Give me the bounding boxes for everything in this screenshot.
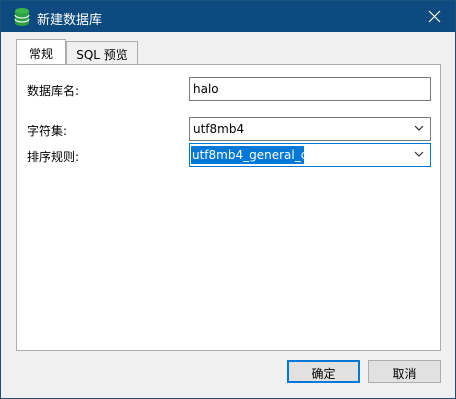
collation-label: 排序规则: — [27, 150, 80, 164]
charset-select[interactable]: utf8mb4 — [189, 117, 431, 141]
charset-value: utf8mb4 — [193, 122, 245, 136]
db-name-label: 数据库名: — [27, 84, 80, 98]
collation-select[interactable]: utf8mb4_general_ci — [189, 143, 431, 167]
close-icon — [428, 10, 441, 23]
collation-value: utf8mb4_general_ci — [192, 148, 311, 162]
ok-button[interactable]: 确定 — [287, 360, 360, 383]
tab-panel-general: 数据库名: halo 字符集: utf8mb4 排序规则: utf8mb4_ge… — [16, 64, 441, 351]
charset-label: 字符集: — [27, 124, 68, 138]
cancel-button[interactable]: 取消 — [368, 360, 441, 383]
close-button[interactable] — [415, 1, 455, 32]
database-icon — [14, 8, 30, 26]
window-title: 新建数据库 — [37, 13, 103, 28]
chevron-down-icon — [414, 125, 424, 131]
cancel-button-label: 取消 — [392, 367, 417, 381]
tab-general-label: 常规 — [28, 47, 53, 61]
title-bar[interactable]: 新建数据库 — [1, 1, 455, 32]
dialog-window: 新建数据库 常规 SQL 预览 数据库名: halo 字符集: utf8mb4 … — [0, 0, 456, 399]
tab-sql-preview[interactable]: SQL 预览 — [66, 41, 138, 64]
ok-button-label: 确定 — [311, 367, 336, 381]
db-name-value: halo — [193, 82, 219, 96]
tab-general[interactable]: 常规 — [16, 39, 66, 64]
tab-sql-preview-label: SQL 预览 — [76, 48, 128, 62]
chevron-down-icon — [414, 151, 424, 157]
db-name-input[interactable]: halo — [189, 77, 431, 101]
